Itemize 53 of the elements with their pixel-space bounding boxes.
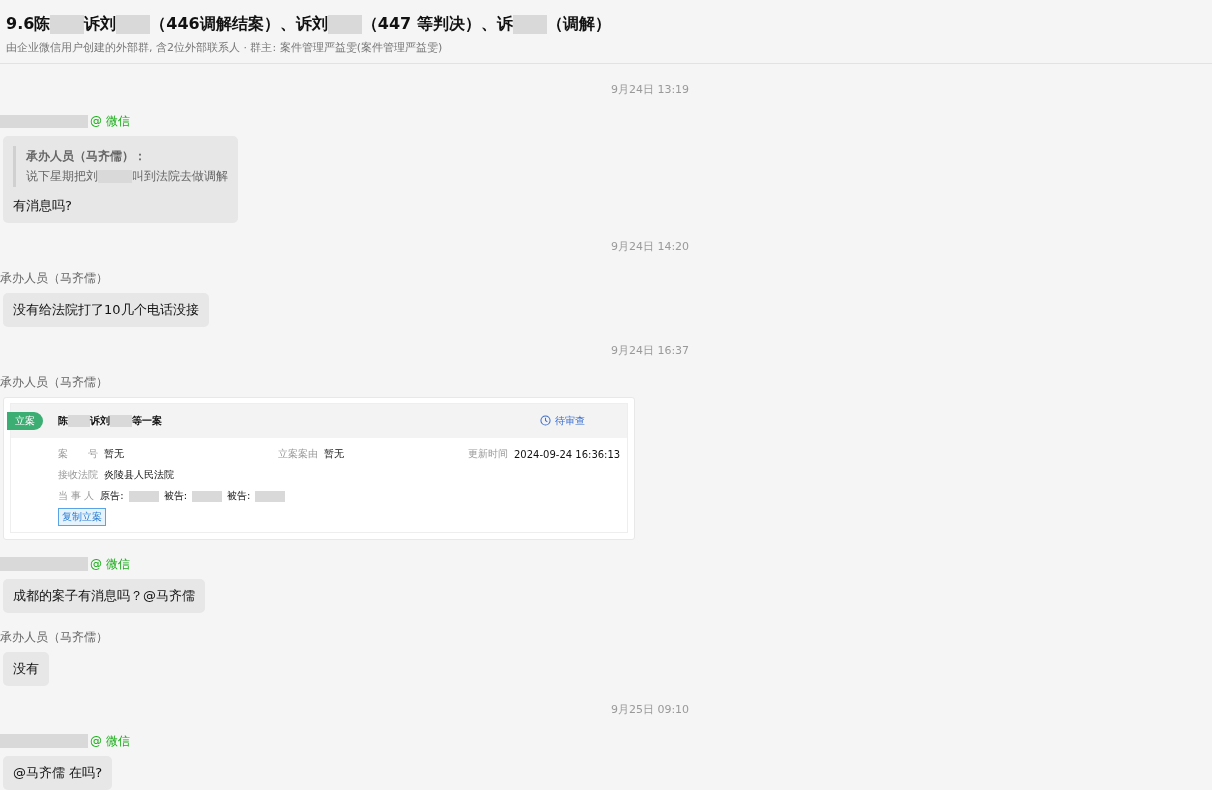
redaction-block (512, 15, 547, 34)
redaction-block (68, 415, 90, 427)
case-status: 待审查 (555, 413, 585, 428)
redaction-block (116, 15, 151, 34)
case-card[interactable]: 立案 陈 诉刘 等一案 待审查 案 号 暂无 立案案由 暂无 更新时间 2024-09-24 16:36:13 接收法院 炎陵县人民法院 当 事 人 原告: 被告: 被告: 复制立案 (3, 396, 635, 540)
field-label: 案 号 (58, 447, 98, 462)
wechat-tag: @ 微信 (90, 113, 130, 130)
clock-icon (540, 415, 551, 427)
redaction-block (128, 490, 159, 503)
quote-text: 说下星期把刘 (26, 168, 98, 186)
message-text: 没有 (13, 660, 39, 676)
field-value: 被告: (227, 489, 251, 504)
sender-name: 承办人员（马齐儒） (0, 373, 108, 391)
wechat-tag: @ 微信 (90, 555, 130, 573)
case-title: 等一案 (132, 413, 162, 428)
field-value: 暂无 (324, 447, 344, 462)
field-label: 更新时间 (468, 447, 508, 462)
case-title: 陈 (58, 413, 68, 428)
case-tag: 立案 (7, 411, 43, 430)
field-value: 暂无 (104, 447, 124, 462)
field-label: 接收法院 (58, 468, 98, 483)
field-value: 2024-09-24 16:36:13 (514, 448, 621, 460)
redaction-block (192, 490, 223, 503)
message-text: 没有给法院打了10几个电话没接 (13, 301, 199, 317)
case-title: 诉刘 (90, 413, 110, 428)
chat-title: （446调解结案）、诉刘 (150, 14, 328, 35)
field-value: 原告: (100, 489, 124, 504)
field-label: 当 事 人 (58, 489, 95, 504)
field-value: 炎陵县人民法院 (104, 468, 174, 483)
redaction-block (327, 15, 362, 34)
quote-text: 叫到法院去做调解 (132, 168, 228, 186)
chat-title: 诉刘 (84, 14, 117, 35)
field-value: 被告: (163, 489, 188, 504)
copy-filing-button[interactable]: 复制立案 (58, 507, 106, 526)
timestamp: 9月24日 13:19 (609, 82, 691, 97)
field-label: 立案案由 (278, 447, 318, 462)
sender-name: 承办人员（马齐儒） (0, 628, 108, 646)
chat-title: 9.6陈 (6, 14, 51, 35)
chat-subtitle: 由企业微信用户创建的外部群, 含2位外部联系人 · 群主: 案件管理严益雯(案件管理严益雯) (6, 40, 444, 55)
message-text: 成都的案子有消息吗？@马齐儒 (13, 587, 195, 603)
quote-author: 承办人员（马齐儒）： (26, 148, 147, 165)
redaction-block (110, 415, 132, 427)
timestamp: 9月24日 16:37 (609, 342, 691, 358)
wechat-tag: @ 微信 (90, 732, 130, 750)
message-text: 有消息吗? (13, 197, 72, 213)
timestamp: 9月24日 14:20 (609, 238, 691, 254)
redaction-block (50, 15, 85, 34)
chat-title: （调解） (546, 14, 611, 35)
redaction-block (255, 490, 286, 503)
timestamp: 9月25日 09:10 (609, 701, 691, 717)
sender-name: 承办人员（马齐儒） (0, 269, 108, 287)
chat-title: （447 等判决）、诉 (361, 14, 513, 35)
message-text: @马齐儒 在吗? (13, 764, 103, 780)
